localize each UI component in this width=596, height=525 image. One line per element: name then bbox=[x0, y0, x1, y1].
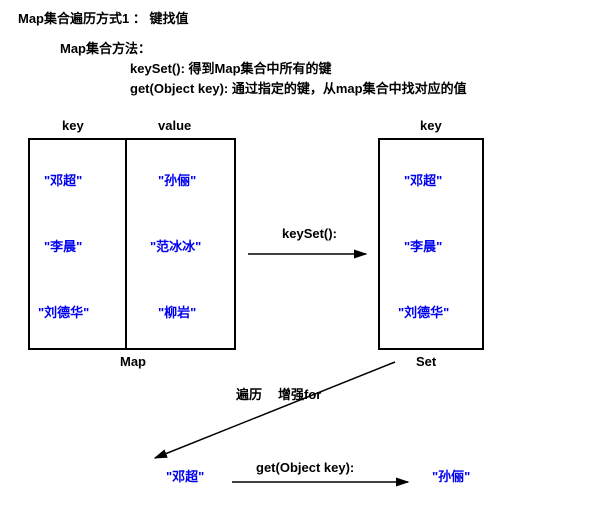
bottom-value: "孙俪" bbox=[432, 466, 470, 485]
get-arrow bbox=[0, 0, 596, 525]
